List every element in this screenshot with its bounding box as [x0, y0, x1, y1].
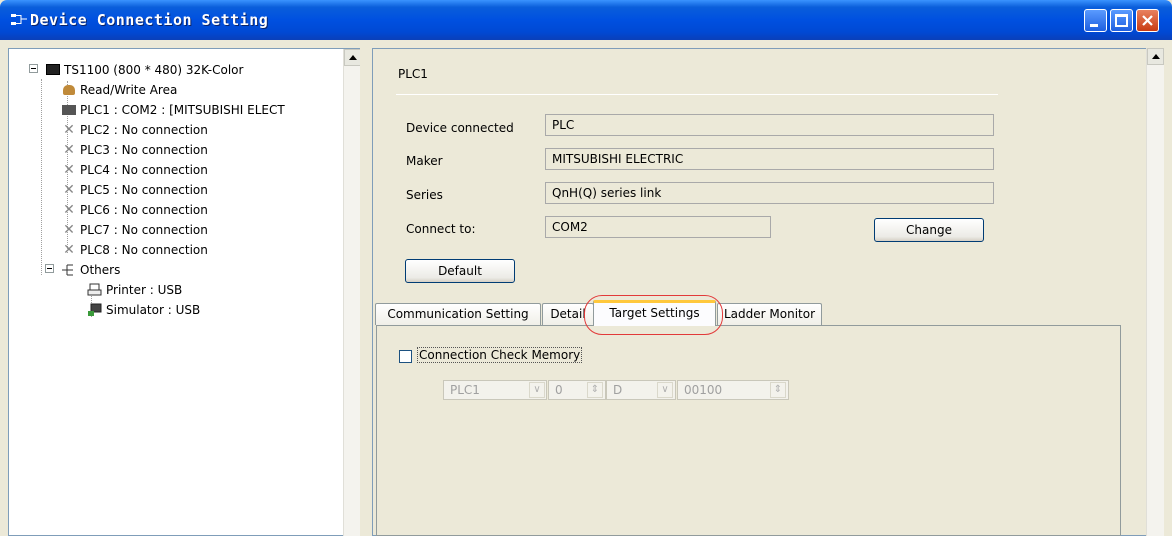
series-field: QnH(Q) series link	[545, 182, 994, 204]
no-connection-icon: ✕	[63, 121, 75, 138]
highlight-annotation	[584, 295, 723, 335]
tree-item-read-write-area[interactable]: Read/Write Area	[61, 79, 177, 99]
chevron-down-icon: ∨	[657, 382, 673, 398]
tree-item-label: PLC8 : No connection	[80, 242, 208, 257]
tree-item-plc4[interactable]: ✕ PLC4 : No connection	[61, 159, 208, 179]
tab-ladder-monitor[interactable]: Ladder Monitor	[717, 303, 822, 325]
panel-splitter[interactable]	[360, 40, 372, 536]
address-value: 00100	[684, 383, 723, 397]
tree-item-label: PLC5 : No connection	[80, 182, 208, 197]
tree-item-label: PLC3 : No connection	[80, 142, 208, 157]
connect-to-field: COM2	[545, 216, 771, 238]
default-button[interactable]: Default	[405, 259, 515, 283]
tree-item-label: PLC4 : No connection	[80, 162, 208, 177]
tree-scrollbar[interactable]	[343, 49, 361, 536]
device-tree-panel: TS1100 (800 * 480) 32K-Color Read/Write …	[8, 48, 361, 536]
tree-item-plc8[interactable]: ✕ PLC8 : No connection	[61, 239, 208, 259]
maker-field: MITSUBISHI ELECTRIC	[545, 148, 994, 170]
no-connection-icon: ✕	[63, 241, 75, 258]
tree-item-plc1[interactable]: PLC1 : COM2 : [MITSUBISHI ELECT	[61, 99, 285, 119]
connect-to-label: Connect to:	[406, 222, 476, 236]
device-select-value: D	[613, 383, 623, 397]
maximize-button[interactable]	[1110, 9, 1133, 32]
maximize-icon	[1115, 14, 1128, 27]
printer-icon	[87, 283, 103, 297]
series-label: Series	[406, 188, 443, 202]
collapse-icon[interactable]	[45, 264, 54, 273]
no-connection-icon: ✕	[63, 161, 75, 178]
others-icon	[61, 263, 77, 277]
change-button[interactable]: Change	[874, 218, 984, 242]
tree-item-simulator[interactable]: Simulator : USB	[87, 299, 200, 319]
tree-item-others[interactable]: Others	[9, 259, 120, 279]
tree-item-plc3[interactable]: ✕ PLC3 : No connection	[61, 139, 208, 159]
tree-item-label: PLC1 : COM2 : [MITSUBISHI ELECT	[80, 102, 285, 117]
tree-root-label: TS1100 (800 * 480) 32K-Color	[64, 62, 244, 77]
window-title: Device Connection Setting	[30, 11, 269, 29]
tree-item-plc2[interactable]: ✕ PLC2 : No connection	[61, 119, 208, 139]
device-connected-label: Device connected	[406, 121, 514, 135]
tree-item-printer[interactable]: Printer : USB	[87, 279, 182, 299]
database-icon	[61, 83, 77, 97]
settings-scrollbar[interactable]	[1146, 48, 1164, 536]
display-unit-icon	[45, 63, 61, 77]
tree-item-label: Printer : USB	[106, 282, 183, 297]
tree-item-label: Others	[80, 262, 121, 277]
no-connection-icon: ✕	[63, 201, 75, 218]
tree-item-label: PLC2 : No connection	[80, 122, 208, 137]
collapse-icon[interactable]	[29, 64, 38, 73]
plc-icon	[61, 103, 77, 117]
tree-item-label: Simulator : USB	[106, 302, 201, 317]
chevron-down-icon: ∨	[529, 382, 545, 398]
minimize-icon	[1090, 24, 1098, 27]
no-connection-icon: ✕	[63, 181, 75, 198]
title-bar: Device Connection Setting	[0, 0, 1172, 40]
spinner-icon: ⇕	[770, 382, 786, 398]
plc-select-value: PLC1	[450, 383, 480, 397]
device-connection-icon	[11, 14, 27, 25]
number-value: 0	[555, 383, 563, 397]
tree-item-plc5[interactable]: ✕ PLC5 : No connection	[61, 179, 208, 199]
close-icon	[1142, 15, 1153, 26]
maker-label: Maker	[406, 154, 443, 168]
no-connection-icon: ✕	[63, 141, 75, 158]
tab-communication-setting[interactable]: Communication Setting	[375, 303, 541, 325]
no-connection-icon: ✕	[63, 221, 75, 238]
simulator-icon	[87, 303, 103, 317]
tree-item-label: PLC7 : No connection	[80, 222, 208, 237]
minimize-button[interactable]	[1084, 9, 1107, 32]
divider	[396, 94, 998, 95]
tree-item-plc6[interactable]: ✕ PLC6 : No connection	[61, 199, 208, 219]
scroll-up-icon[interactable]	[1147, 48, 1164, 65]
device-connected-field: PLC	[545, 114, 994, 136]
tree-root[interactable]: TS1100 (800 * 480) 32K-Color	[9, 59, 243, 79]
device-heading: PLC1	[398, 67, 428, 81]
close-button[interactable]	[1136, 9, 1159, 32]
tree-item-label: PLC6 : No connection	[80, 202, 208, 217]
scroll-up-icon[interactable]	[344, 49, 361, 66]
spinner-icon: ⇕	[587, 382, 603, 398]
tree-item-plc7[interactable]: ✕ PLC7 : No connection	[61, 219, 208, 239]
connection-check-label[interactable]: Connection Check Memory	[416, 347, 583, 363]
tree-item-label: Read/Write Area	[80, 82, 178, 97]
connection-check-checkbox[interactable]	[399, 350, 412, 363]
